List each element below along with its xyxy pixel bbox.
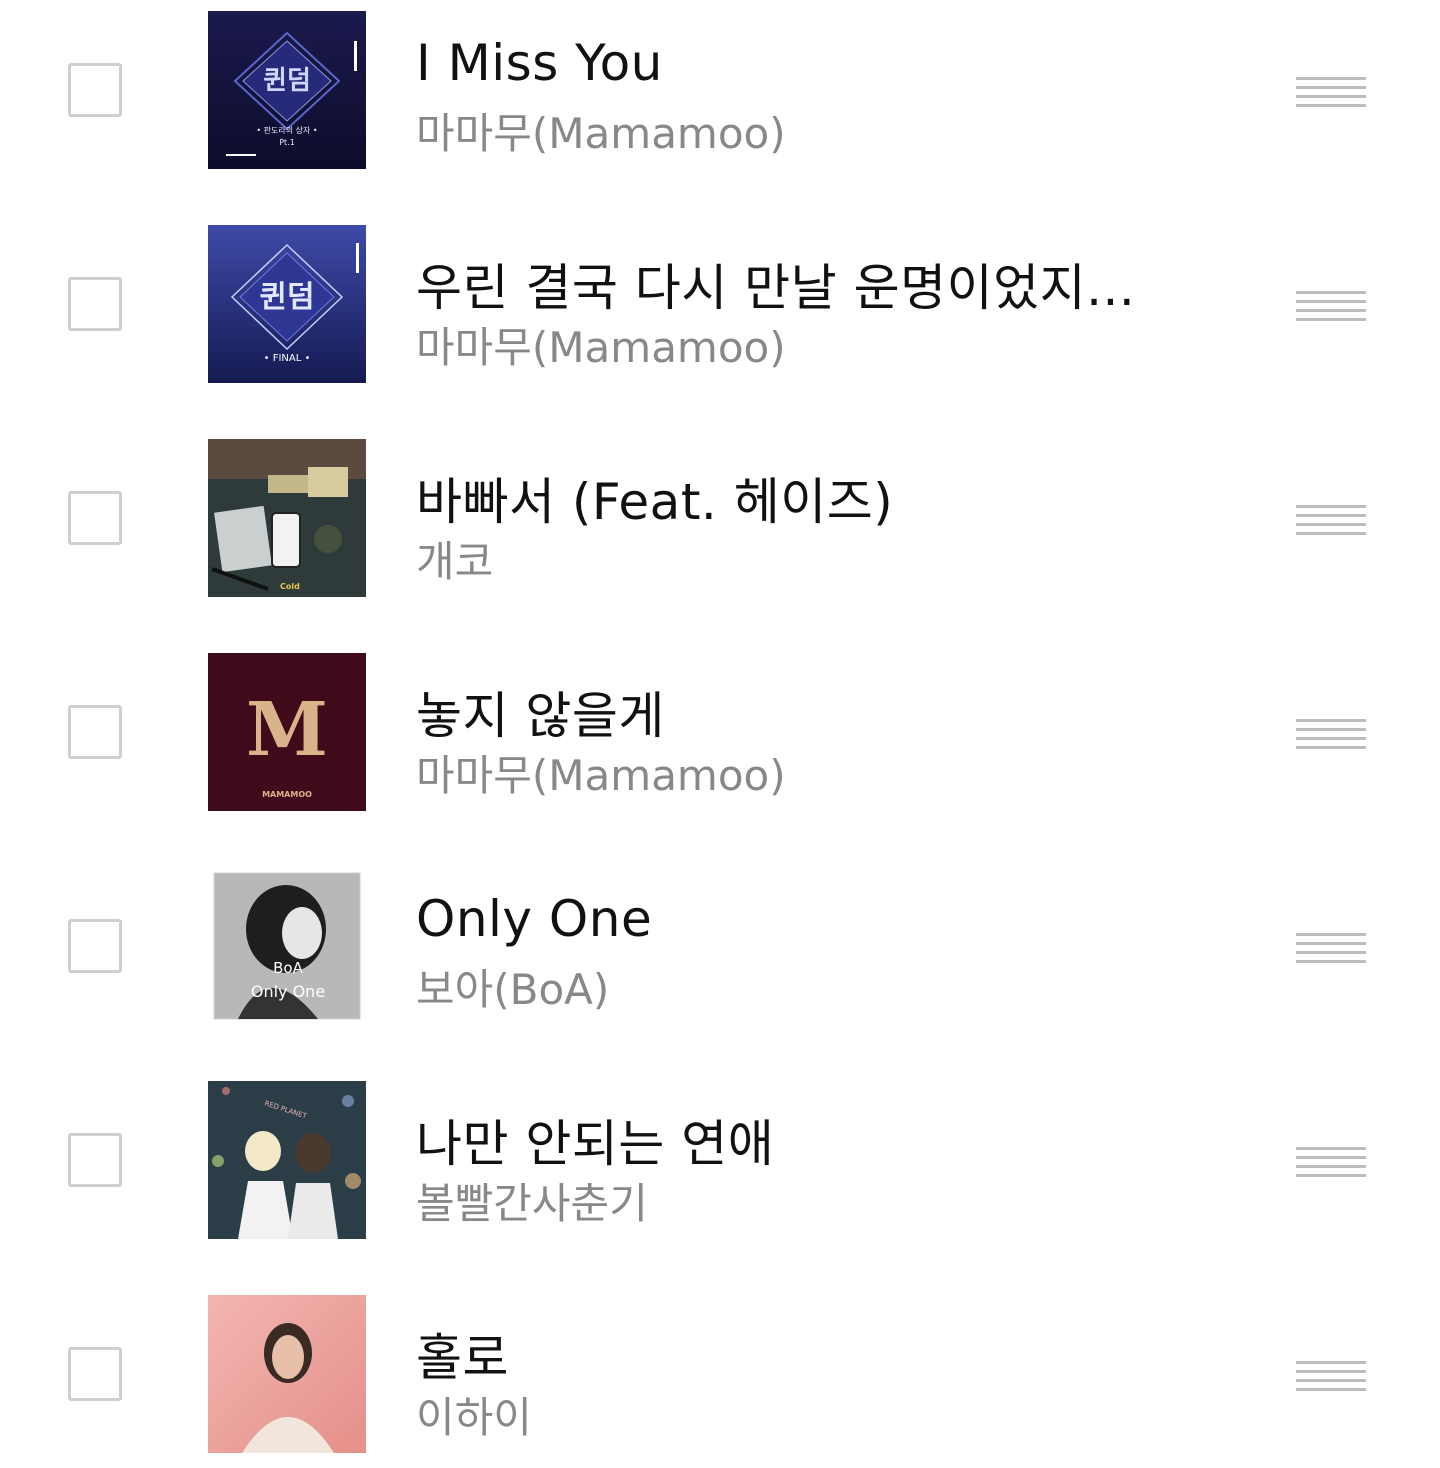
track-row[interactable]: RED PLANET 나만 안되는 연애 볼빨간사춘기 [0,1070,1440,1284]
track-row[interactable]: Cold 바빠서 (Feat. 헤이즈) 개코 [0,428,1440,642]
track-artist: 이하이 [416,1393,532,1442]
svg-text:Cold: Cold [280,582,300,591]
track-artist: 마마무(Mamamoo) [416,109,786,158]
track-row[interactable]: BoA Only One Only One 보아(BoA) [0,856,1440,1070]
select-checkbox[interactable] [68,277,122,331]
track-artist: 볼빨간사춘기 [416,1179,648,1228]
reorder-handle-icon[interactable] [1296,77,1366,107]
album-cover-queendom-pt1: 퀸덤 • 판도라의 상자 • Pt.1 [208,11,366,169]
select-checkbox[interactable] [68,705,122,759]
select-checkbox[interactable] [68,1133,122,1187]
album-art: 퀸덤 • 판도라의 상자 • Pt.1 [208,11,366,169]
svg-text:M: M [246,687,328,773]
reorder-handle-icon[interactable] [1296,719,1366,749]
select-checkbox[interactable] [68,1347,122,1401]
select-checkbox[interactable] [68,63,122,117]
reorder-handle-icon[interactable] [1296,291,1366,321]
track-list: 퀸덤 • 판도라의 상자 • Pt.1 I Miss You 마마무(Mamam… [0,0,1440,1468]
track-row[interactable]: M MAMAMOO 놓지 않을게 마마무(Mamamoo) [0,642,1440,856]
track-artist: 마마무(Mamamoo) [416,323,786,372]
reorder-handle-icon[interactable] [1296,1361,1366,1391]
album-cover-desk-cold: Cold [208,439,366,597]
track-artist: 보아(BoA) [416,965,610,1014]
track-row[interactable]: 홀로 이하이 [0,1284,1440,1468]
track-row[interactable]: 퀸덤 • FINAL • 우린 결국 다시 만날 운명이었지... 마마무(Ma… [0,214,1440,428]
reorder-handle-icon[interactable] [1296,505,1366,535]
track-artist: 개코 [416,537,494,586]
album-art: M MAMAMOO [208,653,366,811]
track-title: Only One [416,890,653,948]
album-art: RED PLANET [208,1081,366,1239]
svg-text:Pt.1: Pt.1 [279,138,295,147]
track-title: 나만 안되는 연애 [416,1115,775,1173]
svg-text:퀸덤: 퀸덤 [259,280,314,315]
album-cover-boa-only-one: BoA Only One [208,867,366,1025]
reorder-handle-icon[interactable] [1296,1147,1366,1177]
album-cover-pink-portrait [208,1295,366,1453]
album-art: 퀸덤 • FINAL • [208,225,366,383]
track-artist: 마마무(Mamamoo) [416,751,786,800]
track-title: 우린 결국 다시 만날 운명이었지... [416,259,1136,317]
track-title: 놓지 않을게 [416,687,665,745]
svg-text:MAMAMOO: MAMAMOO [262,790,312,799]
album-cover-queendom-final: 퀸덤 • FINAL • [208,225,366,383]
svg-text:• FINAL •: • FINAL • [264,353,311,364]
track-title: 바빠서 (Feat. 헤이즈) [416,473,894,531]
svg-text:BoA: BoA [273,959,303,977]
album-cover-mamamoo-m: M MAMAMOO [208,653,366,811]
album-cover-red-planet: RED PLANET [208,1081,366,1239]
svg-text:Only One: Only One [251,982,325,1001]
svg-text:• 판도라의 상자 •: • 판도라의 상자 • [256,125,317,135]
album-art [208,1295,366,1453]
select-checkbox[interactable] [68,919,122,973]
reorder-handle-icon[interactable] [1296,933,1366,963]
album-art: Cold [208,439,366,597]
svg-text:퀸덤: 퀸덤 [263,66,311,96]
track-title: I Miss You [416,34,663,92]
track-title: 홀로 [416,1329,509,1387]
album-art: BoA Only One [208,867,366,1025]
track-row[interactable]: 퀸덤 • 판도라의 상자 • Pt.1 I Miss You 마마무(Mamam… [0,0,1440,214]
select-checkbox[interactable] [68,491,122,545]
